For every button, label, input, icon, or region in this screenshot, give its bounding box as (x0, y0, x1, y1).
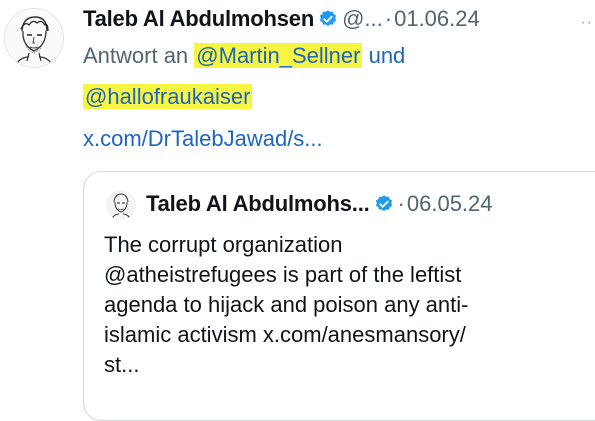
avatar-sketch-icon (14, 16, 54, 67)
tweet-date[interactable]: 01.06.24 (394, 6, 480, 31)
quoted-tweet-text: The corrupt organization @atheistrefugee… (104, 230, 574, 380)
verified-badge-icon (374, 192, 394, 212)
quoted-author-name[interactable]: Taleb Al Abdulmohs... (146, 191, 370, 216)
author-avatar[interactable] (4, 8, 64, 68)
reply-context: Antwort an @Martin_Sellner und (83, 40, 583, 72)
quoted-tweet[interactable]: Taleb Al Abdulmohs... ·06.05.24 The corru… (83, 171, 595, 421)
quoted-tweet-header: Taleb Al Abdulmohs... ·06.05.24 (146, 189, 493, 219)
quoted-text-line: islamic activism x.com/anesmansory/ (104, 322, 466, 347)
quoted-text-line: st... (104, 352, 140, 377)
reply-and: und (362, 43, 406, 68)
author-handle[interactable]: @... (342, 6, 383, 31)
avatar-sketch-icon (110, 193, 132, 220)
tweet-header: Taleb Al Abdulmohsen @...·01.06.24 (83, 4, 480, 34)
author-name[interactable]: Taleb Al Abdulmohsen (83, 6, 314, 31)
reply-prefix: Antwort an (83, 43, 195, 68)
quoted-text-line: @atheistrefugees is part of the leftist (104, 262, 462, 287)
more-options-icon[interactable]: ·· (580, 14, 593, 32)
reply-context-line-2: @hallofraukaiser (83, 82, 253, 112)
quoted-tweet-date[interactable]: 06.05.24 (407, 191, 493, 216)
tweet-link[interactable]: x.com/DrTalebJawad/s... (83, 124, 323, 154)
mention-martin-sellner[interactable]: @Martin_Sellner (194, 43, 363, 68)
mention-hallofraukaiser[interactable]: @hallofraukaiser (83, 84, 253, 109)
quoted-text-line: agenda to hijack and poison any anti- (104, 292, 469, 317)
verified-badge-icon (318, 7, 338, 27)
separator-dot: · (384, 6, 393, 31)
tweet[interactable]: Taleb Al Abdulmohsen @...·01.06.24 ·· Ant… (0, 0, 595, 421)
separator-dot: · (397, 191, 405, 216)
quoted-text-line: The corrupt organization (104, 232, 343, 257)
quoted-author-avatar[interactable] (106, 190, 136, 220)
